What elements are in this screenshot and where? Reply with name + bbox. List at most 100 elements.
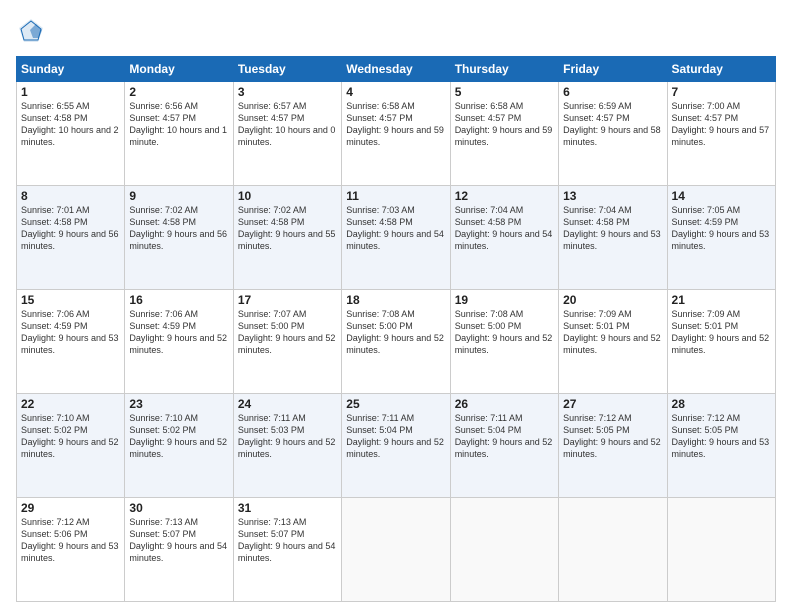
weekday-header-wednesday: Wednesday [342,57,450,82]
calendar-cell: 27 Sunrise: 7:12 AMSunset: 5:05 PMDayligh… [559,394,667,498]
day-number: 19 [455,293,554,307]
weekday-header-tuesday: Tuesday [233,57,341,82]
day-number: 12 [455,189,554,203]
calendar-cell: 20Sunrise: 7:09 AMSunset: 5:01 PMDayligh… [559,290,667,394]
day-number: 5 [455,85,554,99]
weekday-header-thursday: Thursday [450,57,558,82]
day-number: 10 [238,189,337,203]
day-info: Sunrise: 7:00 AMSunset: 4:57 PMDaylight:… [672,101,770,147]
calendar-cell: 28Sunrise: 7:12 AMSunset: 5:05 PMDayligh… [667,394,775,498]
day-number: 30 [129,501,228,515]
logo-icon [16,16,46,46]
calendar-page: SundayMondayTuesdayWednesdayThursdayFrid… [0,0,792,612]
day-number: 24 [238,397,337,411]
day-number: 21 [672,293,771,307]
day-info: Sunrise: 7:13 AMSunset: 5:07 PMDaylight:… [129,517,227,563]
day-info: Sunrise: 7:06 AMSunset: 4:59 PMDaylight:… [129,309,227,355]
day-number: 29 [21,501,120,515]
day-number: 8 [21,189,120,203]
day-number: 2 [129,85,228,99]
header [16,16,776,46]
calendar-cell: 1 Sunrise: 6:55 AMSunset: 4:58 PMDaylight… [17,82,125,186]
calendar-cell: 5 Sunrise: 6:58 AMSunset: 4:57 PMDaylight… [450,82,558,186]
week-row: 29 Sunrise: 7:12 AMSunset: 5:06 PMDayligh… [17,498,776,602]
day-info: Sunrise: 7:05 AMSunset: 4:59 PMDaylight:… [672,205,770,251]
day-number: 16 [129,293,228,307]
week-row: 15Sunrise: 7:06 AMSunset: 4:59 PMDayligh… [17,290,776,394]
day-info: Sunrise: 7:08 AMSunset: 5:00 PMDaylight:… [455,309,553,355]
day-number: 25 [346,397,445,411]
day-info: Sunrise: 7:12 AMSunset: 5:05 PMDaylight:… [672,413,770,459]
weekday-row: SundayMondayTuesdayWednesdayThursdayFrid… [17,57,776,82]
calendar-cell: 17 Sunrise: 7:07 AMSunset: 5:00 PMDayligh… [233,290,341,394]
logo-area [16,16,50,46]
calendar-table: SundayMondayTuesdayWednesdayThursdayFrid… [16,56,776,602]
calendar-cell: 23 Sunrise: 7:10 AMSunset: 5:02 PMDayligh… [125,394,233,498]
weekday-header-saturday: Saturday [667,57,775,82]
calendar-cell: 3 Sunrise: 6:57 AMSunset: 4:57 PMDaylight… [233,82,341,186]
day-info: Sunrise: 7:12 AMSunset: 5:06 PMDaylight:… [21,517,119,563]
calendar-cell [342,498,450,602]
day-info: Sunrise: 7:02 AMSunset: 4:58 PMDaylight:… [129,205,227,251]
day-number: 31 [238,501,337,515]
calendar-cell [450,498,558,602]
day-number: 3 [238,85,337,99]
day-info: Sunrise: 7:10 AMSunset: 5:02 PMDaylight:… [129,413,227,459]
calendar-cell: 10 Sunrise: 7:02 AMSunset: 4:58 PMDayligh… [233,186,341,290]
day-number: 18 [346,293,445,307]
day-number: 7 [672,85,771,99]
calendar-cell: 12Sunrise: 7:04 AMSunset: 4:58 PMDayligh… [450,186,558,290]
calendar-cell: 15Sunrise: 7:06 AMSunset: 4:59 PMDayligh… [17,290,125,394]
day-info: Sunrise: 7:04 AMSunset: 4:58 PMDaylight:… [563,205,661,251]
day-number: 23 [129,397,228,411]
day-number: 26 [455,397,554,411]
day-number: 27 [563,397,662,411]
day-info: Sunrise: 7:02 AMSunset: 4:58 PMDaylight:… [238,205,336,251]
calendar-cell: 29 Sunrise: 7:12 AMSunset: 5:06 PMDayligh… [17,498,125,602]
calendar-cell [559,498,667,602]
calendar-cell: 4Sunrise: 6:58 AMSunset: 4:57 PMDaylight… [342,82,450,186]
day-number: 17 [238,293,337,307]
week-row: 8Sunrise: 7:01 AMSunset: 4:58 PMDaylight… [17,186,776,290]
weekday-header-sunday: Sunday [17,57,125,82]
weekday-header-friday: Friday [559,57,667,82]
calendar-header: SundayMondayTuesdayWednesdayThursdayFrid… [17,57,776,82]
day-info: Sunrise: 6:56 AMSunset: 4:57 PMDaylight:… [129,101,227,147]
day-info: Sunrise: 7:13 AMSunset: 5:07 PMDaylight:… [238,517,336,563]
day-info: Sunrise: 7:10 AMSunset: 5:02 PMDaylight:… [21,413,119,459]
day-number: 9 [129,189,228,203]
day-info: Sunrise: 7:07 AMSunset: 5:00 PMDaylight:… [238,309,336,355]
calendar-cell: 9 Sunrise: 7:02 AMSunset: 4:58 PMDaylight… [125,186,233,290]
day-info: Sunrise: 6:58 AMSunset: 4:57 PMDaylight:… [455,101,553,147]
day-number: 20 [563,293,662,307]
week-row: 1 Sunrise: 6:55 AMSunset: 4:58 PMDaylight… [17,82,776,186]
calendar-cell: 8Sunrise: 7:01 AMSunset: 4:58 PMDaylight… [17,186,125,290]
day-number: 13 [563,189,662,203]
day-info: Sunrise: 6:59 AMSunset: 4:57 PMDaylight:… [563,101,661,147]
calendar-cell: 7 Sunrise: 7:00 AMSunset: 4:57 PMDaylight… [667,82,775,186]
day-info: Sunrise: 6:55 AMSunset: 4:58 PMDaylight:… [21,101,119,147]
day-info: Sunrise: 7:08 AMSunset: 5:00 PMDaylight:… [346,309,444,355]
calendar-body: 1 Sunrise: 6:55 AMSunset: 4:58 PMDaylight… [17,82,776,602]
day-info: Sunrise: 7:11 AMSunset: 5:03 PMDaylight:… [238,413,336,459]
day-info: Sunrise: 7:12 AMSunset: 5:05 PMDaylight:… [563,413,661,459]
calendar-cell: 18 Sunrise: 7:08 AMSunset: 5:00 PMDayligh… [342,290,450,394]
weekday-header-monday: Monday [125,57,233,82]
calendar-cell [667,498,775,602]
calendar-cell: 30 Sunrise: 7:13 AMSunset: 5:07 PMDayligh… [125,498,233,602]
calendar-cell: 16 Sunrise: 7:06 AMSunset: 4:59 PMDayligh… [125,290,233,394]
day-number: 22 [21,397,120,411]
day-info: Sunrise: 6:57 AMSunset: 4:57 PMDaylight:… [238,101,336,147]
calendar-cell: 26Sunrise: 7:11 AMSunset: 5:04 PMDayligh… [450,394,558,498]
calendar-cell: 13 Sunrise: 7:04 AMSunset: 4:58 PMDayligh… [559,186,667,290]
day-info: Sunrise: 7:11 AMSunset: 5:04 PMDaylight:… [346,413,444,459]
day-number: 11 [346,189,445,203]
day-number: 1 [21,85,120,99]
day-info: Sunrise: 7:06 AMSunset: 4:59 PMDaylight:… [21,309,119,355]
day-number: 14 [672,189,771,203]
calendar-cell: 25 Sunrise: 7:11 AMSunset: 5:04 PMDayligh… [342,394,450,498]
calendar-cell: 6Sunrise: 6:59 AMSunset: 4:57 PMDaylight… [559,82,667,186]
calendar-cell: 19 Sunrise: 7:08 AMSunset: 5:00 PMDayligh… [450,290,558,394]
week-row: 22 Sunrise: 7:10 AMSunset: 5:02 PMDayligh… [17,394,776,498]
calendar-cell: 14 Sunrise: 7:05 AMSunset: 4:59 PMDayligh… [667,186,775,290]
